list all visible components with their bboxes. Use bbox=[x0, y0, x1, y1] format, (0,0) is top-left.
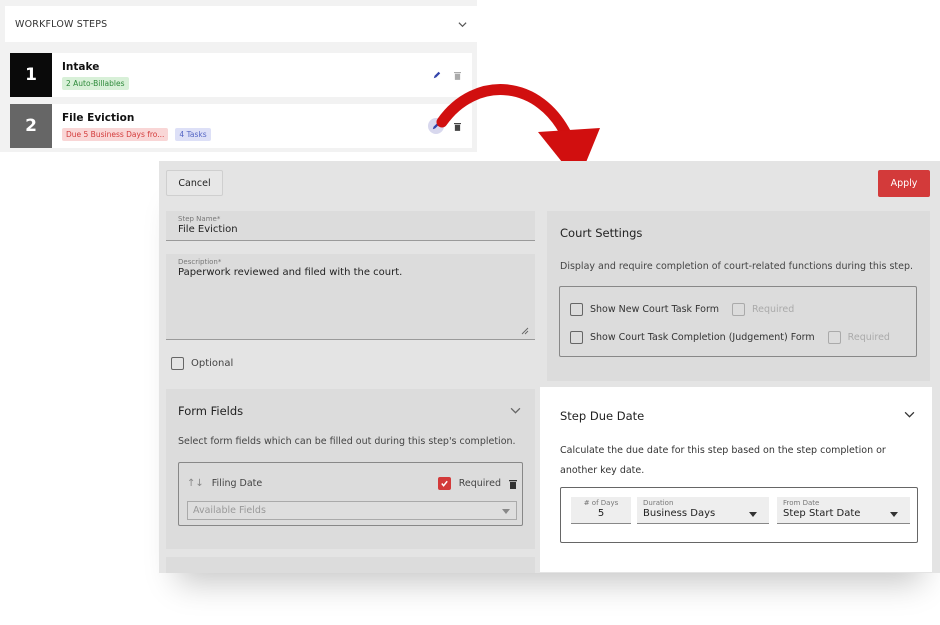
collapsed-section bbox=[166, 557, 535, 573]
court-options-box: Show New Court Task Form Required Show C… bbox=[559, 286, 917, 357]
form-fields-title: Form Fields bbox=[178, 404, 244, 418]
required-label: Required bbox=[458, 478, 501, 489]
court-settings-title: Court Settings bbox=[560, 226, 643, 240]
caret-down-icon bbox=[502, 509, 510, 514]
optional-label: Optional bbox=[191, 358, 234, 369]
step-number: 2 bbox=[10, 104, 52, 148]
court-option-label: Show Court Task Completion (Judgement) F… bbox=[590, 332, 815, 343]
description-value[interactable]: Paperwork reviewed and filed with the co… bbox=[178, 267, 523, 278]
due-badge: Due 5 Business Days fro... bbox=[62, 127, 169, 141]
step-name: Intake bbox=[62, 60, 100, 73]
auto-billables-badge: 2 Auto-Billables bbox=[62, 76, 129, 90]
tasks-badge: 4 Tasks bbox=[175, 127, 211, 141]
show-court-completion-checkbox[interactable] bbox=[570, 331, 583, 344]
days-input[interactable]: # of Days 5 bbox=[571, 497, 631, 524]
from-date-label: From Date bbox=[783, 499, 820, 507]
from-date-select[interactable]: From Date Step Start Date bbox=[777, 497, 910, 524]
due-date-fields-box: # of Days 5 Duration Business Days From … bbox=[560, 487, 918, 543]
available-fields-select[interactable]: Available Fields bbox=[187, 501, 517, 520]
chevron-down-icon[interactable] bbox=[904, 409, 915, 420]
form-field-name: Filing Date bbox=[211, 478, 263, 489]
required-label: Required bbox=[847, 332, 890, 343]
court-option-row[interactable]: Show New Court Task Form Required bbox=[570, 303, 794, 316]
form-fields-description: Select form fields which can be filled o… bbox=[178, 436, 516, 447]
step-name-label: Step Name* bbox=[178, 215, 221, 223]
required-checkbox[interactable] bbox=[437, 477, 451, 490]
form-field-row[interactable]: ↑↓ Filing Date Required bbox=[187, 477, 517, 490]
trash-icon[interactable] bbox=[509, 479, 517, 489]
required-checkbox[interactable] bbox=[731, 303, 745, 316]
description-field[interactable]: Description* Paperwork reviewed and file… bbox=[166, 254, 535, 340]
workflow-steps-panel: WORKFLOW STEPS 1 Intake 2 Auto-Billables… bbox=[0, 0, 477, 152]
step-name-value[interactable]: File Eviction bbox=[178, 224, 523, 235]
caret-down-icon bbox=[890, 512, 898, 517]
apply-button[interactable]: Apply bbox=[878, 170, 930, 197]
optional-checkbox-row[interactable]: Optional bbox=[171, 357, 233, 370]
court-settings-description: Display and require completion of court-… bbox=[560, 261, 914, 272]
chevron-down-icon[interactable] bbox=[458, 20, 467, 29]
workflow-steps-header[interactable]: WORKFLOW STEPS bbox=[5, 6, 477, 42]
step-name: File Eviction bbox=[62, 111, 135, 124]
from-date-value: Step Start Date bbox=[783, 508, 861, 519]
required-label: Required bbox=[751, 304, 795, 315]
description-label: Description* bbox=[178, 258, 222, 266]
days-label: # of Days bbox=[583, 499, 619, 507]
duration-label: Duration bbox=[643, 499, 674, 507]
court-option-label: Show New Court Task Form bbox=[590, 304, 719, 315]
available-fields-placeholder: Available Fields bbox=[193, 505, 266, 516]
form-field-box: ↑↓ Filing Date Required Available Fields bbox=[178, 462, 523, 526]
form-fields-card: Form Fields Select form fields which can… bbox=[166, 389, 535, 549]
workflow-step[interactable]: 2 File Eviction Due 5 Business Days fro.… bbox=[10, 104, 472, 148]
court-option-row[interactable]: Show Court Task Completion (Judgement) F… bbox=[570, 331, 890, 344]
sort-icon[interactable]: ↑↓ bbox=[187, 478, 204, 489]
show-new-court-task-checkbox[interactable] bbox=[570, 303, 583, 316]
workflow-step[interactable]: 1 Intake 2 Auto-Billables bbox=[10, 53, 472, 97]
resize-handle-icon[interactable] bbox=[521, 327, 529, 335]
step-number: 1 bbox=[10, 53, 52, 97]
cancel-button[interactable]: Cancel bbox=[166, 170, 223, 196]
chevron-down-icon[interactable] bbox=[510, 405, 521, 416]
step-name-field[interactable]: Step Name* File Eviction bbox=[166, 211, 535, 241]
required-checkbox[interactable] bbox=[827, 331, 841, 344]
step-due-date-card: Step Due Date Calculate the due date for… bbox=[540, 387, 932, 572]
caret-down-icon bbox=[749, 512, 757, 517]
step-due-date-title: Step Due Date bbox=[560, 409, 645, 423]
court-settings-card: Court Settings Display and require compl… bbox=[547, 211, 930, 381]
step-due-date-description: Calculate the due date for this step bas… bbox=[560, 445, 886, 476]
workflow-steps-title: WORKFLOW STEPS bbox=[15, 18, 108, 30]
duration-select[interactable]: Duration Business Days bbox=[637, 497, 769, 524]
optional-checkbox[interactable] bbox=[171, 357, 184, 370]
days-value[interactable]: 5 bbox=[577, 508, 625, 519]
duration-value: Business Days bbox=[643, 508, 716, 519]
